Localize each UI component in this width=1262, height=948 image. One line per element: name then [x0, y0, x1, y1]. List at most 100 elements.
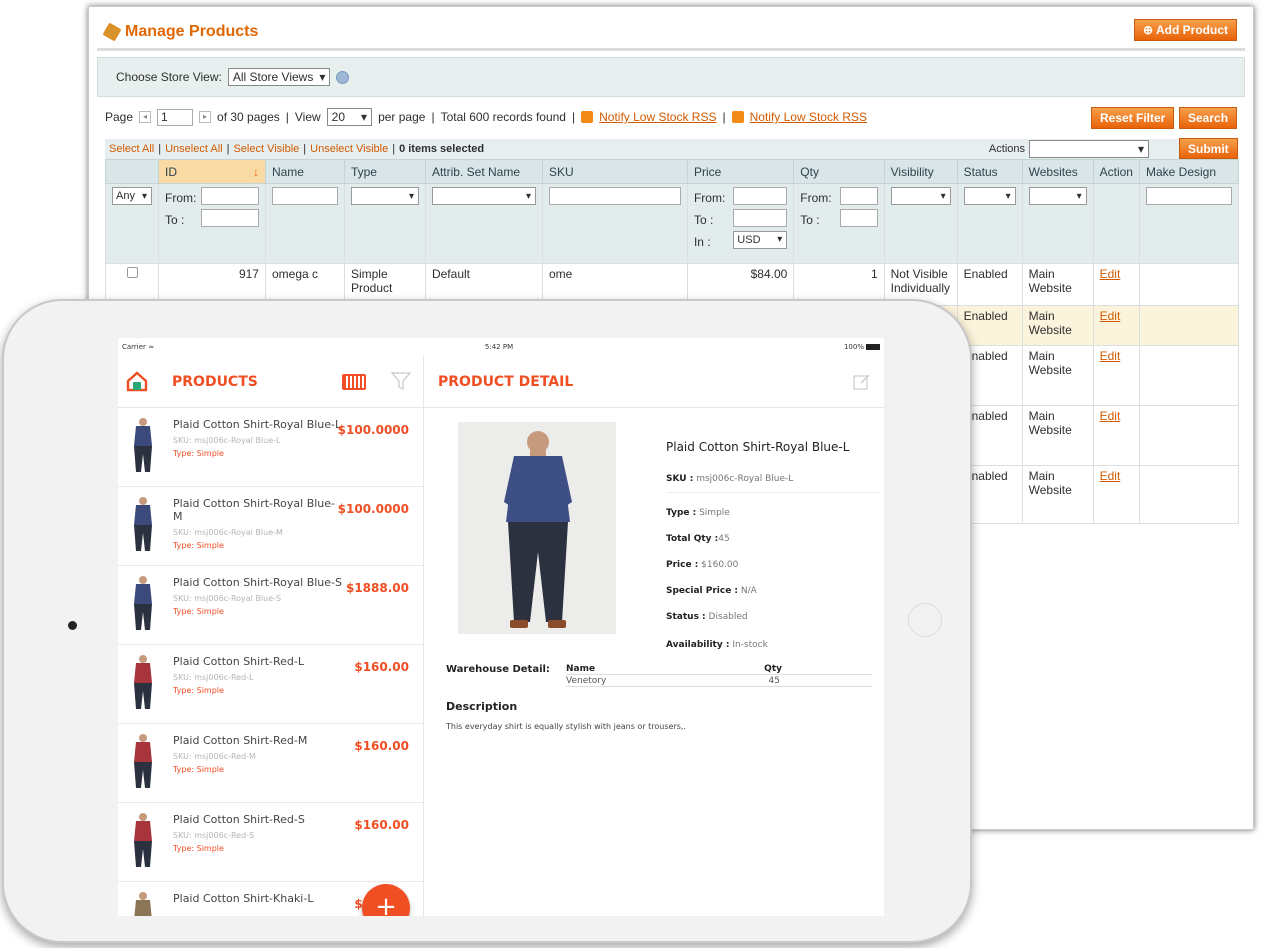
product-price: $100.0000: [337, 502, 409, 516]
edit-link[interactable]: Edit: [1100, 349, 1121, 363]
status-bar: Carrier ≈ 5:42 PM 100%: [118, 338, 884, 356]
description-label: Description: [446, 700, 518, 713]
col-header[interactable]: Price: [686, 159, 795, 184]
product-thumbnail: [134, 892, 152, 916]
detail-qty: Total Qty :45: [666, 534, 730, 544]
col-header[interactable]: Attrib. Set Name: [424, 159, 543, 184]
product-list: Plaid Cotton Shirt-Royal Blue-L SKU: msj0…: [118, 408, 423, 916]
products-title: PRODUCTS: [172, 374, 258, 390]
id-to-input[interactable]: [200, 209, 259, 227]
rss-link-2[interactable]: Notify Low Stock RSS: [750, 110, 867, 124]
col-header[interactable]: Websites: [1021, 159, 1094, 184]
wifi-icon: ≈: [148, 343, 155, 351]
col-header[interactable]: Name: [264, 159, 345, 184]
actions-select[interactable]: ▾: [1029, 140, 1149, 158]
detail-type: Type : Simple: [666, 508, 730, 518]
detail-product-name: Plaid Cotton Shirt-Royal Blue-L: [666, 440, 850, 454]
prev-page-icon[interactable]: ◂: [139, 111, 152, 123]
page-title: Manage Products: [102, 22, 258, 42]
select-all-link[interactable]: Select All: [109, 143, 154, 155]
product-price: $1888.00: [345, 581, 409, 595]
list-item[interactable]: Plaid Cotton Shirt-Royal Blue-S SKU: msj0…: [118, 566, 423, 645]
submit-button[interactable]: Submit: [1179, 138, 1238, 159]
detail-status: Status : Disabled: [666, 612, 748, 622]
qty-to-input[interactable]: [839, 209, 878, 227]
col-header[interactable]: Type: [343, 159, 426, 184]
edit-icon[interactable]: [852, 372, 872, 392]
sku-filter-input[interactable]: [548, 187, 681, 205]
price-from-input[interactable]: [733, 187, 788, 205]
col-header[interactable]: ID ↓: [158, 159, 266, 184]
products-pane: PRODUCTS Plaid Cotton Shirt-Royal Blue-L…: [118, 356, 424, 916]
attrib-filter-select[interactable]: ▾: [431, 187, 536, 205]
product-thumbnail: [134, 655, 152, 709]
type-filter-select[interactable]: ▾: [350, 187, 419, 205]
edit-link[interactable]: Edit: [1100, 409, 1121, 423]
row-checkbox[interactable]: [126, 267, 138, 278]
product-thumbnail: [134, 576, 152, 630]
warehouse-row: Venetory 45: [566, 675, 872, 687]
unselect-all-link[interactable]: Unselect All: [165, 143, 222, 155]
product-price: $100.0000: [337, 423, 409, 437]
products-navbar: PRODUCTS: [118, 356, 423, 408]
home-button[interactable]: [908, 603, 942, 637]
col-header[interactable]: Status: [956, 159, 1023, 184]
page-input[interactable]: 1: [157, 108, 194, 126]
next-page-icon[interactable]: ▸: [199, 111, 212, 123]
plus-circle-icon: ⊕: [1143, 23, 1156, 37]
col-header: [105, 159, 159, 184]
rss-icon: [731, 111, 744, 123]
store-view-select[interactable]: All Store Views ▾: [227, 68, 331, 86]
price-to-input[interactable]: [733, 209, 788, 227]
name-filter-input[interactable]: [271, 187, 338, 205]
select-visible-link[interactable]: Select Visible: [233, 143, 299, 155]
detail-navbar: PRODUCT DETAIL: [424, 356, 884, 408]
product-thumbnail: [134, 497, 152, 551]
list-item[interactable]: Plaid Cotton Shirt-Royal Blue-L SKU: msj0…: [118, 408, 423, 487]
col-header[interactable]: Qty: [793, 159, 885, 184]
search-button[interactable]: Search: [1179, 107, 1238, 129]
product-image: [458, 422, 616, 634]
qty-from-input[interactable]: [839, 187, 878, 205]
currency-select[interactable]: USD ▾: [733, 231, 788, 249]
col-header[interactable]: SKU: [541, 159, 688, 184]
any-select[interactable]: Any ▾: [112, 187, 152, 205]
home-icon[interactable]: [126, 370, 148, 392]
edit-link[interactable]: Edit: [1100, 309, 1121, 323]
list-item[interactable]: Plaid Cotton Shirt-Royal Blue-M SKU: msj0…: [118, 487, 423, 566]
col-header: Make Design: [1139, 159, 1239, 184]
admin-header: Manage Products: [97, 17, 1245, 51]
unselect-visible-link[interactable]: Unselect Visible: [310, 143, 388, 155]
rss-link-1[interactable]: Notify Low Stock RSS: [599, 110, 716, 124]
camera-icon: [68, 621, 77, 630]
detail-price: Price : $160.00: [666, 560, 739, 570]
list-item[interactable]: Plaid Cotton Shirt-Red-M SKU: msj006c-Red…: [118, 724, 423, 803]
product-thumbnail: [134, 813, 152, 867]
col-header[interactable]: Visibility: [883, 159, 958, 184]
product-price: $160.00: [354, 818, 409, 832]
add-product-button[interactable]: ⊕ Add Product: [1134, 19, 1237, 41]
id-from-input[interactable]: [200, 187, 259, 205]
col-header: Action: [1092, 159, 1141, 184]
dropdown-arrow-icon: ▾: [319, 70, 326, 84]
help-icon[interactable]: [336, 70, 350, 84]
edit-link[interactable]: Edit: [1100, 469, 1121, 483]
detail-sku: SKU : msj006c-Royal Blue-L: [666, 474, 880, 493]
cube-icon: [102, 22, 122, 42]
websites-filter-select[interactable]: ▾: [1028, 187, 1087, 205]
edit-link[interactable]: Edit: [1100, 267, 1121, 281]
status-filter-select[interactable]: ▾: [963, 187, 1016, 205]
description-text: This everyday shirt is equally stylish w…: [446, 722, 686, 731]
list-item[interactable]: Plaid Cotton Shirt-Red-S SKU: msj006c-Red…: [118, 803, 423, 882]
detail-availability: Availability : In-stock: [666, 640, 768, 650]
reset-filter-button[interactable]: Reset Filter: [1091, 107, 1175, 129]
list-item[interactable]: Plaid Cotton Shirt-Red-L SKU: msj006c-Red…: [118, 645, 423, 724]
warehouse-table: Name Qty Venetory 45: [566, 662, 872, 687]
detail-special-price: Special Price : N/A: [666, 586, 757, 596]
filter-icon[interactable]: [390, 370, 412, 392]
design-filter-input[interactable]: [1146, 187, 1232, 205]
visibility-filter-select[interactable]: ▾: [890, 187, 951, 205]
per-page-select[interactable]: 20 ▾: [326, 108, 373, 126]
product-thumbnail: [134, 418, 152, 472]
barcode-icon[interactable]: [342, 374, 366, 390]
